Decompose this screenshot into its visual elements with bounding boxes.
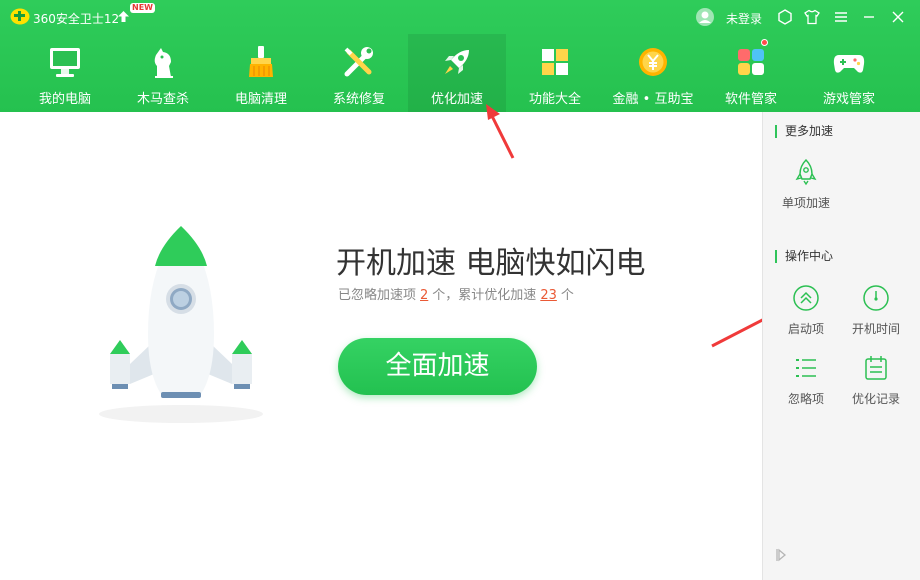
- coin-icon: [639, 48, 667, 76]
- main-content: 开机加速 电脑快如闪电 已忽略加速项 2 个，累计优化加速 23 个 全面加速: [0, 112, 762, 580]
- rocket-outline-icon: [795, 158, 817, 186]
- minimize-icon: [864, 16, 874, 18]
- side-item-label: 优化记录: [851, 392, 900, 406]
- main-nav: 我的电脑 木马查杀 电脑清理 系统修复 优化加速 功能大全 金融 • 互助宝 软…: [0, 34, 920, 112]
- side-item-label: 单项加速: [781, 196, 830, 210]
- history-button[interactable]: 优化记录: [844, 354, 908, 416]
- optimized-count-link[interactable]: 23: [540, 288, 557, 303]
- nav-finance[interactable]: 金融 • 互助宝: [604, 34, 702, 112]
- nav-features[interactable]: 功能大全: [506, 34, 604, 112]
- nav-software[interactable]: 软件管家: [702, 34, 800, 112]
- ignored-count-link[interactable]: 2: [420, 288, 428, 303]
- menu-icon: [835, 12, 847, 22]
- gamepad-icon: [833, 55, 865, 73]
- upgrade-arrow-icon[interactable]: [118, 11, 129, 22]
- nav-label: 木马查杀: [136, 92, 189, 107]
- title-bar: 360安全卫士12 NEW 未登录: [0, 0, 920, 34]
- stats-prefix: 已忽略加速项: [338, 288, 417, 303]
- login-link[interactable]: 未登录: [726, 10, 762, 27]
- side-panel: 更多加速 单项加速 操作中心 启动项 开机时间 忽略项 优化记录: [762, 112, 920, 580]
- ops-center-heading: 操作中心: [775, 250, 833, 263]
- headline: 开机加速 电脑快如闪电: [336, 246, 646, 281]
- nav-cleanup[interactable]: 电脑清理: [212, 34, 310, 112]
- header: 360安全卫士12 NEW 未登录 我的电脑 木马查杀 电脑清理 系统修复 优化…: [0, 0, 920, 112]
- nav-label: 游戏管家: [822, 92, 875, 107]
- app-title: 360安全卫士12: [33, 12, 120, 26]
- gauge-icon: [863, 285, 889, 311]
- side-item-label: 忽略项: [787, 392, 824, 406]
- side-item-label: 启动项: [787, 322, 824, 336]
- hexagon-icon: [778, 9, 792, 25]
- close-button[interactable]: [887, 6, 909, 28]
- rocket-illustration-icon: [99, 226, 263, 423]
- single-speedup-button[interactable]: 单项加速: [774, 158, 838, 220]
- skin-button[interactable]: [774, 6, 796, 28]
- startup-items-button[interactable]: 启动项: [774, 284, 838, 346]
- apps-icon: [738, 49, 764, 75]
- nav-label: 软件管家: [724, 92, 777, 107]
- nav-label: 我的电脑: [38, 92, 91, 107]
- nav-my-computer[interactable]: 我的电脑: [16, 34, 114, 112]
- wrench-icon: [344, 47, 373, 77]
- app-window: 360安全卫士12 NEW 未登录 我的电脑 木马查杀 电脑清理 系统修复 优化…: [0, 0, 920, 580]
- notification-dot: [761, 39, 768, 46]
- rocket-icon: [445, 50, 469, 74]
- side-item-label: 开机时间: [851, 322, 900, 336]
- logo-icon: [10, 8, 30, 25]
- nav-system-repair[interactable]: 系统修复: [310, 34, 408, 112]
- stats-mid: 个，累计优化加速: [432, 288, 537, 303]
- callout-arrow-icon: [486, 104, 515, 159]
- nav-optimize[interactable]: 优化加速: [408, 34, 506, 112]
- nav-label: 功能大全: [528, 92, 581, 107]
- boot-time-button[interactable]: 开机时间: [844, 284, 908, 346]
- horse-icon: [154, 48, 173, 78]
- nav-label: 系统修复: [332, 92, 385, 107]
- stats-suffix: 个: [560, 288, 574, 303]
- new-badge: NEW: [130, 3, 155, 13]
- shirt-icon: [804, 9, 820, 25]
- close-icon: [892, 11, 904, 23]
- computer-icon: [50, 48, 80, 77]
- collapse-panel-icon[interactable]: [775, 548, 787, 562]
- nav-trojan-scan[interactable]: 木马查杀: [114, 34, 212, 112]
- nav-games[interactable]: 游戏管家: [800, 34, 898, 112]
- nav-label: 金融 • 互助宝: [612, 92, 694, 107]
- broom-icon: [249, 46, 273, 77]
- grid-icon: [542, 49, 568, 75]
- theme-button[interactable]: [801, 6, 823, 28]
- stats-line: 已忽略加速项 2 个，累计优化加速 23 个: [338, 284, 574, 303]
- more-speedup-heading: 更多加速: [775, 125, 833, 138]
- user-avatar-icon[interactable]: [696, 8, 714, 26]
- minimize-button[interactable]: [858, 6, 880, 28]
- calendar-icon: [865, 356, 887, 380]
- double-chevron-up-icon: [793, 285, 819, 311]
- full-speedup-button[interactable]: 全面加速: [338, 338, 537, 395]
- list-icon: [796, 359, 816, 377]
- menu-button[interactable]: [830, 6, 852, 28]
- ignored-items-button[interactable]: 忽略项: [774, 354, 838, 416]
- nav-label: 电脑清理: [234, 92, 287, 107]
